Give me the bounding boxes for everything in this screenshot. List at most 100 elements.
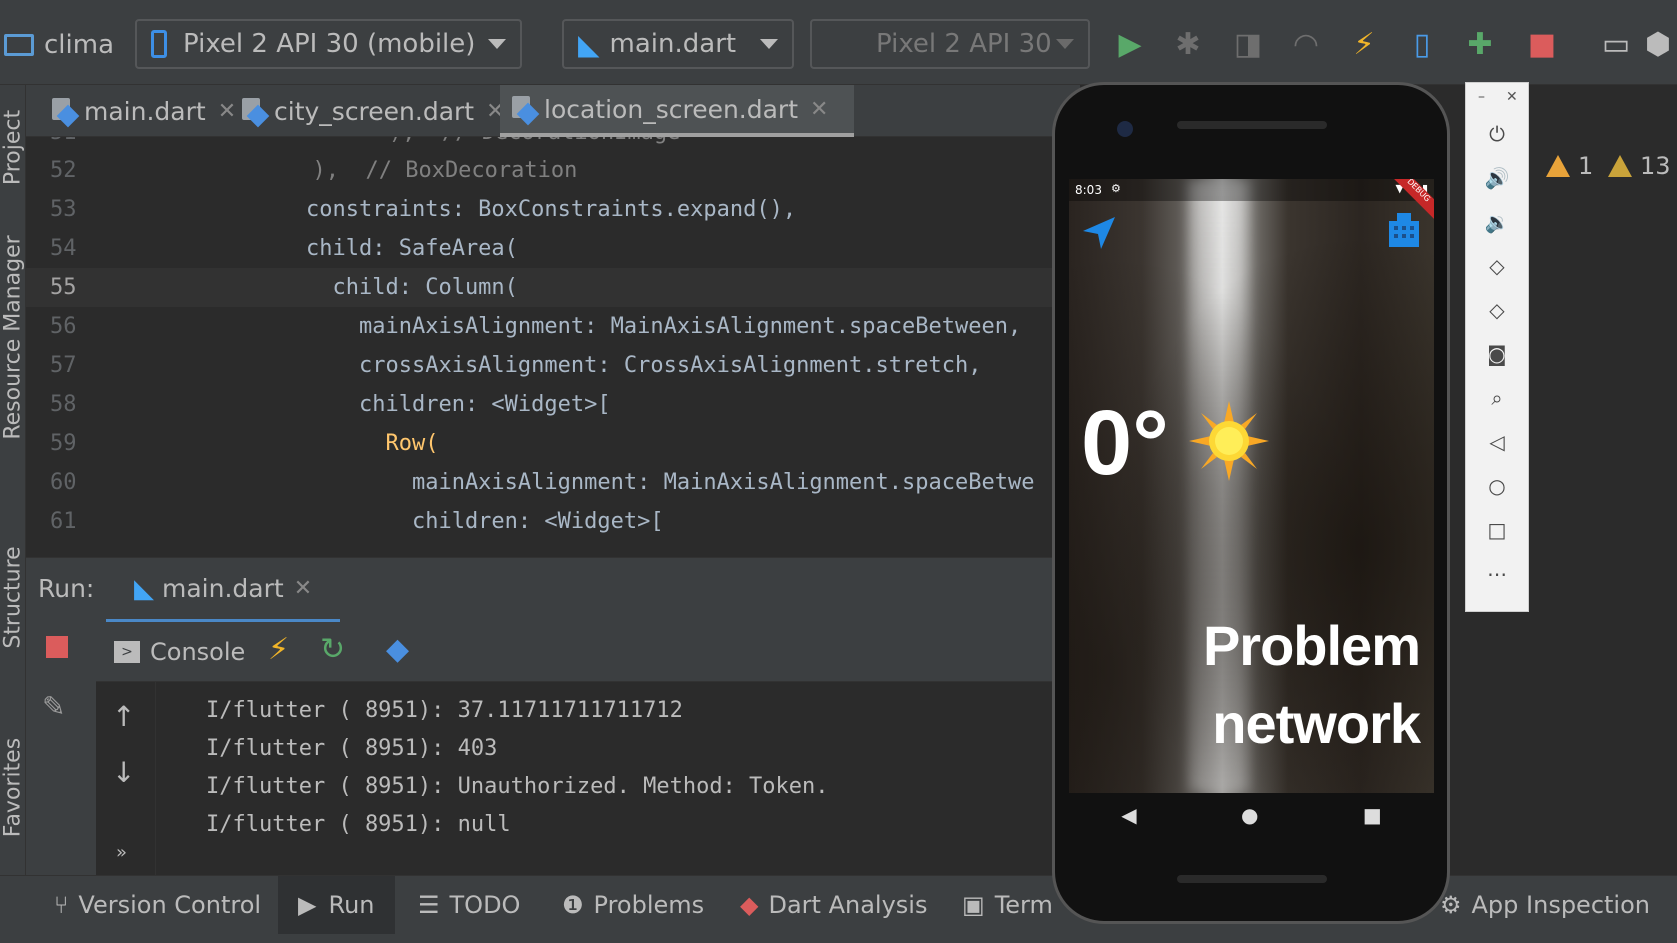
- pin-icon[interactable]: ✎: [42, 690, 65, 723]
- hot-restart-icon[interactable]: ↻: [320, 632, 345, 667]
- run-icon[interactable]: ▶: [1112, 26, 1148, 62]
- close-icon[interactable]: ✕: [294, 576, 312, 601]
- message-line-2: network: [1212, 692, 1421, 755]
- chevron-down-icon: [488, 39, 506, 49]
- top-speaker: [1177, 121, 1327, 129]
- warning-count-b[interactable]: 13: [1608, 152, 1671, 180]
- arrow-down-icon[interactable]: ↓: [112, 756, 135, 789]
- back-icon[interactable]: ◁: [1482, 427, 1512, 457]
- emulator-screen[interactable]: 8:03 ⚙ ▼ ▮ DEBUG 0° Problem network: [1069, 179, 1434, 793]
- dart-file-icon: [512, 96, 536, 122]
- settings-icon: ⚙: [1111, 182, 1121, 195]
- code-line: 61 children: <Widget>[: [50, 509, 664, 534]
- sun-icon: [1189, 401, 1269, 481]
- dart-analysis-icon: ◆: [740, 891, 759, 919]
- profile-icon[interactable]: ◠: [1288, 26, 1324, 62]
- temperature-text: 0°: [1081, 392, 1169, 494]
- gradle-sync-icon[interactable]: ✚: [1462, 26, 1498, 62]
- project-name[interactable]: clima: [4, 24, 114, 66]
- home-icon[interactable]: ○: [1482, 471, 1512, 501]
- location-arrow-icon[interactable]: [1079, 213, 1119, 253]
- tab-location-screen-dart[interactable]: location_screen.dart ✕: [500, 85, 854, 137]
- overview-icon[interactable]: □: [1482, 515, 1512, 545]
- stop-icon[interactable]: [46, 636, 68, 658]
- warning-icon: [1546, 155, 1570, 177]
- more-icon[interactable]: ⋯: [1482, 559, 1512, 589]
- attach-debugger-icon[interactable]: ▯: [1404, 26, 1440, 62]
- close-icon[interactable]: ✕: [810, 97, 828, 122]
- console-scroll-controls: ↑ ↓ »: [96, 682, 156, 875]
- emulator-phone-frame: 8:03 ⚙ ▼ ▮ DEBUG 0° Problem network ◀ ● …: [1052, 82, 1450, 924]
- back-icon[interactable]: ◀: [1121, 803, 1136, 827]
- dart-file-icon: [52, 98, 76, 124]
- android-nav-bar: ◀ ● ■: [1069, 793, 1434, 837]
- hot-reload-icon[interactable]: ⚡: [1346, 26, 1382, 62]
- code-line: 58 children: <Widget>[: [50, 392, 611, 417]
- city-icon[interactable]: [1385, 209, 1423, 249]
- run-tool-button[interactable]: ▶ Run: [278, 876, 395, 934]
- minimize-icon[interactable]: –: [1478, 89, 1485, 105]
- dart-analysis-button[interactable]: ◆ Dart Analysis: [740, 876, 927, 934]
- device-selector[interactable]: Pixel 2 API 30 (mobile): [135, 19, 522, 69]
- stripe-resource-manager[interactable]: Resource Manager: [1, 235, 26, 439]
- flutter-icon: ◣: [578, 27, 600, 61]
- list-icon: ☰: [418, 891, 440, 919]
- volume-down-icon[interactable]: 🔉: [1482, 207, 1512, 237]
- terminal-icon: ▣: [962, 891, 985, 919]
- run-icon: ▶: [298, 891, 317, 919]
- close-icon[interactable]: ✕: [1506, 89, 1518, 105]
- emulator-controls: – ✕ ⏻ 🔊 🔉 ◇ ◇ ◙ ⌕ ◁ ○ □ ⋯: [1465, 82, 1529, 612]
- app-inspection-button[interactable]: ⚙ App Inspection: [1440, 876, 1650, 934]
- todo-button[interactable]: ☰ TODO: [418, 876, 520, 934]
- log-line: I/flutter ( 8951): 37.11711711711712: [206, 698, 683, 723]
- target-device-selector[interactable]: Pixel 2 API 30: [810, 19, 1090, 69]
- home-icon[interactable]: ●: [1241, 803, 1258, 827]
- recents-icon[interactable]: ■: [1363, 803, 1382, 827]
- stripe-favorites[interactable]: Favorites: [1, 738, 26, 837]
- stop-icon[interactable]: ■: [1524, 26, 1560, 62]
- arrow-up-icon[interactable]: ↑: [112, 700, 135, 733]
- dart-file-icon: [242, 98, 266, 124]
- power-icon[interactable]: ⏻: [1482, 119, 1512, 149]
- tab-city-screen-dart[interactable]: city_screen.dart ✕: [230, 85, 505, 137]
- left-tool-stripe: Project Resource Manager Structure Favor…: [0, 85, 26, 875]
- zoom-icon[interactable]: ⌕: [1482, 383, 1512, 413]
- chevron-down-icon: [760, 39, 778, 49]
- device-manager-icon[interactable]: ▭: [1598, 26, 1634, 62]
- debug-icon[interactable]: ✱: [1170, 26, 1206, 62]
- rotate-left-icon[interactable]: ◇: [1482, 251, 1512, 281]
- version-control-button[interactable]: ⑂ Version Control: [54, 876, 261, 934]
- code-editor[interactable]: 51 ), // DecorationImage 52 ), // BoxDec…: [26, 137, 1080, 557]
- more-icon[interactable]: »: [116, 842, 127, 863]
- code-line: 60 mainAxisAlignment: MainAxisAlignment.…: [50, 470, 1035, 495]
- branch-icon: ⑂: [54, 891, 69, 919]
- warning-count-a[interactable]: 1: [1546, 152, 1593, 180]
- editor-tabs: main.dart ✕ city_screen.dart ✕ location_…: [26, 85, 1080, 137]
- volume-up-icon[interactable]: 🔊: [1482, 163, 1512, 193]
- status-bar: 8:03 ⚙ ▼ ▮: [1069, 179, 1434, 201]
- tab-main-dart[interactable]: main.dart ✕: [40, 85, 236, 137]
- console-toolbar: > Console ⚡ ↻ ◆: [96, 622, 1080, 682]
- stripe-project[interactable]: Project: [1, 110, 26, 185]
- console-tab[interactable]: > Console: [114, 634, 245, 670]
- code-line: 56 mainAxisAlignment: MainAxisAlignment.…: [50, 314, 1022, 339]
- code-line: 53 constraints: BoxConstraints.expand(),: [50, 197, 797, 222]
- log-line: I/flutter ( 8951): 403: [206, 736, 498, 761]
- flutter-icon: ◣: [134, 573, 154, 604]
- screenshot-icon[interactable]: ◙: [1482, 339, 1512, 369]
- run-config-selector[interactable]: ◣ main.dart: [562, 19, 794, 69]
- sdk-manager-icon[interactable]: ⬢: [1640, 26, 1676, 62]
- warning-icon: [1608, 155, 1632, 177]
- dart-devtools-icon[interactable]: ◆: [386, 632, 409, 667]
- code-line: 52 ), // BoxDecoration: [50, 158, 578, 183]
- coverage-icon[interactable]: ◨: [1230, 26, 1266, 62]
- rotate-right-icon[interactable]: ◇: [1482, 295, 1512, 325]
- console-icon: >: [114, 641, 140, 663]
- log-line: I/flutter ( 8951): null: [206, 812, 511, 837]
- run-tab-main-dart[interactable]: ◣ main.dart ✕: [106, 558, 341, 623]
- code-line: 51 ), // DecorationImage: [26, 137, 1080, 152]
- stripe-structure[interactable]: Structure: [1, 546, 26, 648]
- hot-reload-icon[interactable]: ⚡: [268, 632, 289, 667]
- problems-button[interactable]: ❶ Problems: [562, 876, 704, 934]
- terminal-button[interactable]: ▣ Term: [962, 876, 1053, 934]
